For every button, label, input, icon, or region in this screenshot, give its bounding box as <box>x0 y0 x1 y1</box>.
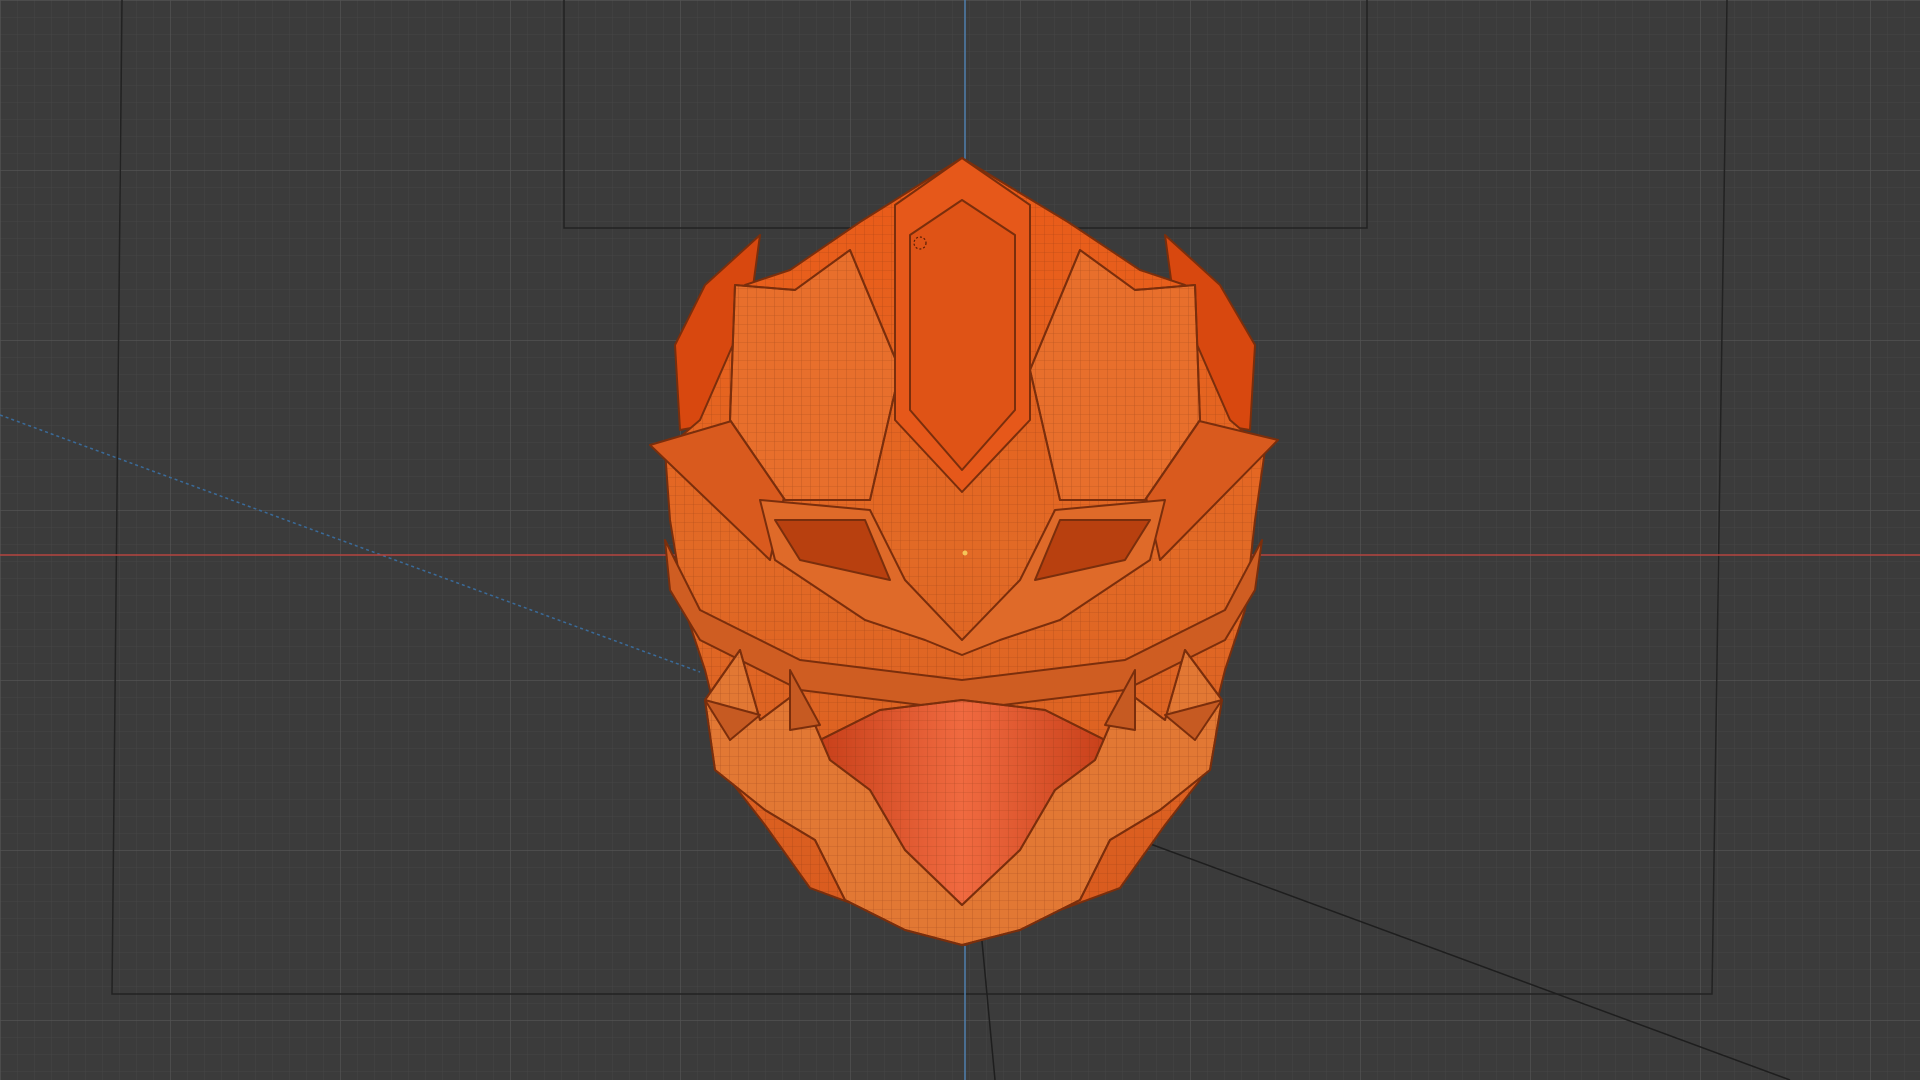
viewport-canvas[interactable] <box>0 0 1920 1080</box>
3d-viewport[interactable] <box>0 0 1920 1080</box>
